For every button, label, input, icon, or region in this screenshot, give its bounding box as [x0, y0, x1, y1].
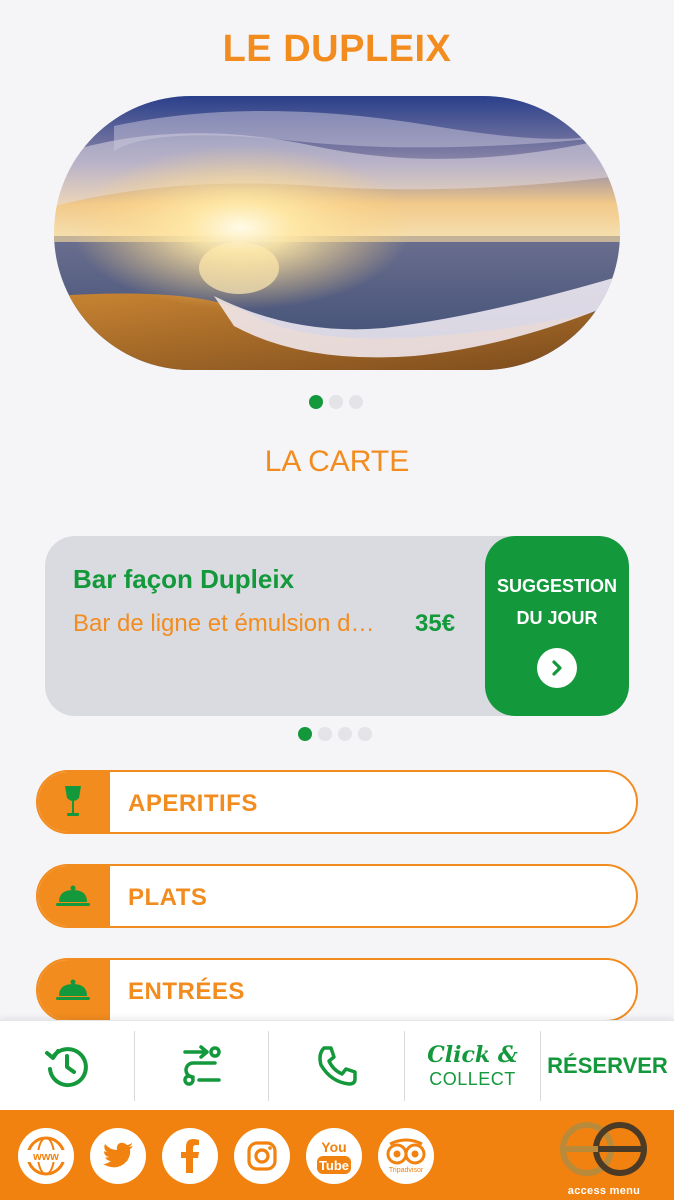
carousel-dot[interactable]	[358, 727, 372, 741]
dish-description: Bar de ligne et émulsion d…	[73, 610, 375, 637]
youtube-you: You	[321, 1139, 346, 1155]
carousel-dot[interactable]	[349, 395, 363, 409]
dish-price: 35€	[415, 610, 456, 637]
click-collect-line2: COLLECT	[429, 1069, 516, 1089]
carousel-dot[interactable]	[298, 727, 312, 741]
tripadvisor-label: Tripadvisor	[389, 1167, 424, 1174]
category-label: APERITIFS	[128, 790, 258, 817]
cloche-icon	[38, 960, 110, 1020]
page-title: LE DUPLEIX	[222, 28, 452, 70]
click-collect-button[interactable]: Click & COLLECT	[405, 1021, 540, 1111]
category-aperitifs[interactable]: APERITIFS	[36, 770, 638, 834]
phone-icon	[317, 1046, 357, 1086]
action-bar: Click & COLLECT RÉSERVER	[0, 1020, 674, 1110]
www-label: www	[32, 1151, 59, 1163]
category-plats[interactable]: PLATS	[36, 864, 638, 928]
hero-carousel-dots	[309, 395, 363, 409]
reserve-label: RÉSERVER	[547, 1053, 668, 1078]
section-title: LA CARTE	[264, 445, 410, 478]
suggestion-badge[interactable]: SUGGESTION DU JOUR	[485, 536, 629, 716]
reserve-button[interactable]: RÉSERVER	[541, 1021, 674, 1111]
route-icon	[182, 1045, 221, 1086]
carousel-dot[interactable]	[338, 727, 352, 741]
directions-button[interactable]	[135, 1021, 268, 1111]
badge-line2: DU JOUR	[516, 608, 598, 628]
category-label: PLATS	[128, 884, 208, 911]
suggestion-card[interactable]: Bar façon Dupleix Bar de ligne et émulsi…	[45, 536, 629, 716]
category-label: ENTRÉES	[128, 978, 245, 1005]
dish-name: Bar façon Dupleix	[73, 564, 295, 594]
wine-glass-icon	[38, 772, 110, 832]
clock-history-icon	[45, 1047, 88, 1088]
badge-line1: SUGGESTION	[496, 576, 617, 596]
click-collect-line1: Click &	[427, 1042, 518, 1068]
suggestion-carousel-dots	[298, 727, 372, 741]
youtube-icon[interactable]: You Tube	[306, 1128, 362, 1184]
carousel-dot[interactable]	[318, 727, 332, 741]
youtube-tube: Tube	[319, 1158, 349, 1173]
twitter-icon[interactable]	[90, 1128, 146, 1184]
chevron-right-icon[interactable]	[537, 648, 577, 688]
carousel-dot[interactable]	[309, 395, 323, 409]
facebook-icon[interactable]	[162, 1128, 218, 1184]
access-menu-logo[interactable]: access menu	[554, 1118, 654, 1198]
footer: www You Tube Tripadvisor access menu	[0, 1110, 674, 1200]
instagram-icon[interactable]	[234, 1128, 290, 1184]
www-icon[interactable]: www	[18, 1128, 74, 1184]
tripadvisor-icon[interactable]: Tripadvisor	[378, 1128, 434, 1184]
hours-button[interactable]	[0, 1021, 134, 1111]
category-entrees[interactable]: ENTRÉES	[36, 958, 638, 1022]
brand-label: access menu	[567, 1185, 641, 1197]
cloche-icon	[38, 866, 110, 926]
call-button[interactable]	[269, 1021, 404, 1111]
hero-image[interactable]	[54, 96, 620, 370]
carousel-dot[interactable]	[329, 395, 343, 409]
